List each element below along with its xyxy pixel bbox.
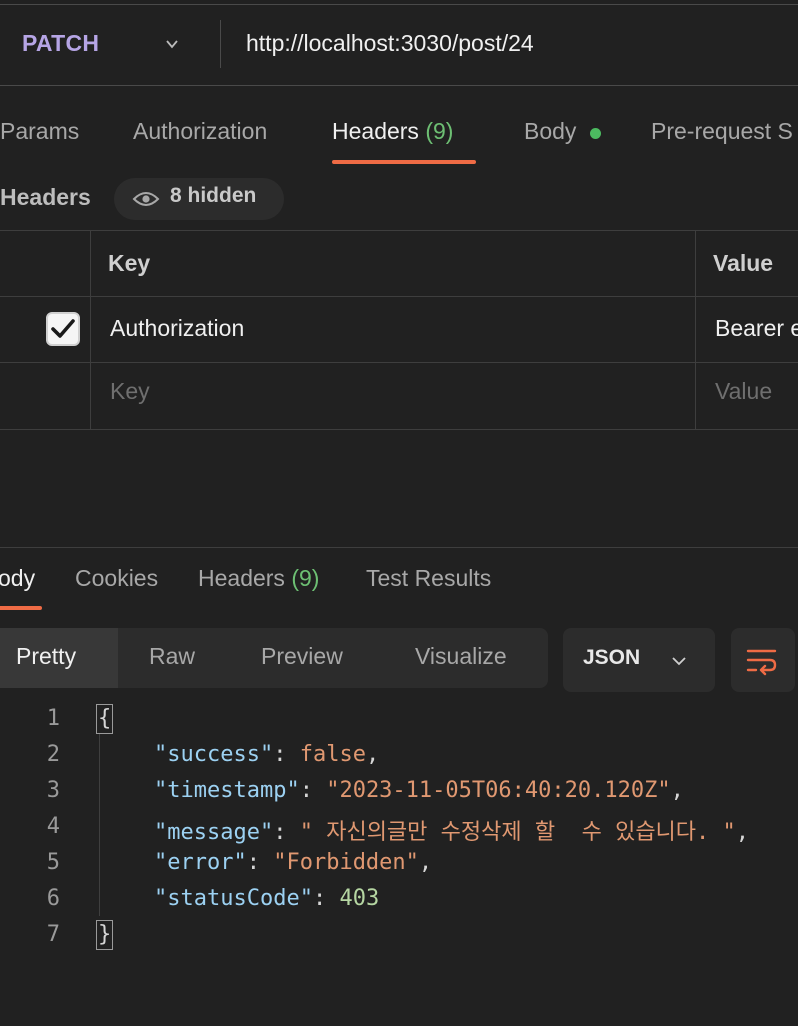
indent-guide: [99, 734, 100, 916]
line-number: 7: [46, 922, 60, 947]
line-number: 1: [46, 706, 60, 731]
view-raw-button[interactable]: Raw: [149, 643, 195, 670]
tab-headers[interactable]: Headers (9): [332, 118, 453, 145]
code-line: {: [96, 704, 114, 734]
header-key-cell[interactable]: Authorization: [110, 315, 244, 342]
json-string: " 자신의글만 수정삭제 할 수 있습니다. ": [299, 820, 736, 845]
line-number: 4: [46, 814, 60, 839]
header-value-cell[interactable]: Bearer e: [715, 315, 798, 342]
code-line: "error": "Forbidden",: [154, 850, 433, 875]
response-tab-headers-label: Headers: [198, 565, 285, 591]
active-tab-indicator: [332, 160, 476, 164]
view-preview-button[interactable]: Preview: [261, 643, 343, 670]
json-string: "Forbidden": [273, 850, 419, 875]
request-bar-divider: [220, 20, 221, 68]
table-divider: [0, 296, 798, 297]
json-key: "error": [154, 850, 247, 875]
chevron-down-icon: [672, 657, 686, 666]
tab-pre-request-script[interactable]: Pre-request S: [651, 118, 793, 145]
url-input[interactable]: http://localhost:3030/post/24: [246, 30, 534, 57]
response-tab-body[interactable]: ody: [0, 565, 35, 592]
chevron-down-icon[interactable]: [166, 38, 178, 50]
tab-authorization[interactable]: Authorization: [133, 118, 267, 145]
json-key: "success": [154, 742, 274, 767]
header-enabled-checkbox[interactable]: [46, 312, 80, 346]
check-icon: [51, 319, 75, 338]
column-header-value: Value: [713, 250, 774, 276]
json-key: "timestamp": [154, 778, 300, 803]
table-column-divider: [695, 230, 696, 430]
line-number: 2: [46, 742, 60, 767]
code-line: "timestamp": "2023-11-05T06:40:20.120Z",: [154, 778, 684, 803]
response-tab-test-results[interactable]: Test Results: [366, 565, 491, 592]
code-line: "statusCode": 403: [154, 886, 380, 911]
headers-section-title: Headers: [0, 184, 91, 210]
body-modified-dot: [590, 128, 601, 139]
table-divider: [0, 362, 798, 363]
line-number: 5: [46, 850, 60, 875]
new-value-input[interactable]: Value: [715, 378, 772, 405]
wrap-lines-icon: [746, 649, 777, 676]
open-brace: {: [96, 704, 114, 734]
line-number: 3: [46, 778, 60, 803]
code-line: "message": " 자신의글만 수정삭제 할 수 있습니다. ",: [154, 820, 750, 845]
hidden-headers-count: 8 hidden: [170, 184, 257, 207]
json-string: "2023-11-05T06:40:20.120Z": [326, 778, 671, 803]
new-key-input[interactable]: Key: [110, 378, 150, 405]
json-boolean: false: [299, 742, 366, 767]
json-key: "message": [154, 820, 274, 845]
column-header-key: Key: [108, 250, 151, 276]
response-tab-cookies[interactable]: Cookies: [75, 565, 158, 592]
method-select[interactable]: PATCH: [22, 30, 99, 57]
line-number: 6: [46, 886, 60, 911]
tab-body[interactable]: Body: [524, 118, 576, 145]
format-select-label: JSON: [583, 646, 641, 669]
tab-headers-count: (9): [425, 118, 454, 144]
active-response-tab-indicator: [0, 606, 42, 610]
table-column-divider: [90, 230, 91, 430]
view-pretty-button[interactable]: Pretty: [16, 643, 76, 670]
view-visualize-button[interactable]: Visualize: [415, 643, 507, 670]
response-divider[interactable]: [0, 547, 798, 548]
eye-icon: [132, 192, 160, 206]
json-key: "statusCode": [154, 886, 313, 911]
code-line: }: [96, 920, 114, 950]
json-number: 403: [339, 886, 380, 911]
tab-params[interactable]: Params: [0, 118, 79, 145]
response-tab-headers-count: (9): [291, 565, 320, 591]
tab-headers-label: Headers: [332, 118, 419, 144]
response-tab-headers[interactable]: Headers (9): [198, 565, 319, 592]
close-brace: }: [96, 920, 114, 950]
code-line: "success": false,: [154, 742, 380, 767]
